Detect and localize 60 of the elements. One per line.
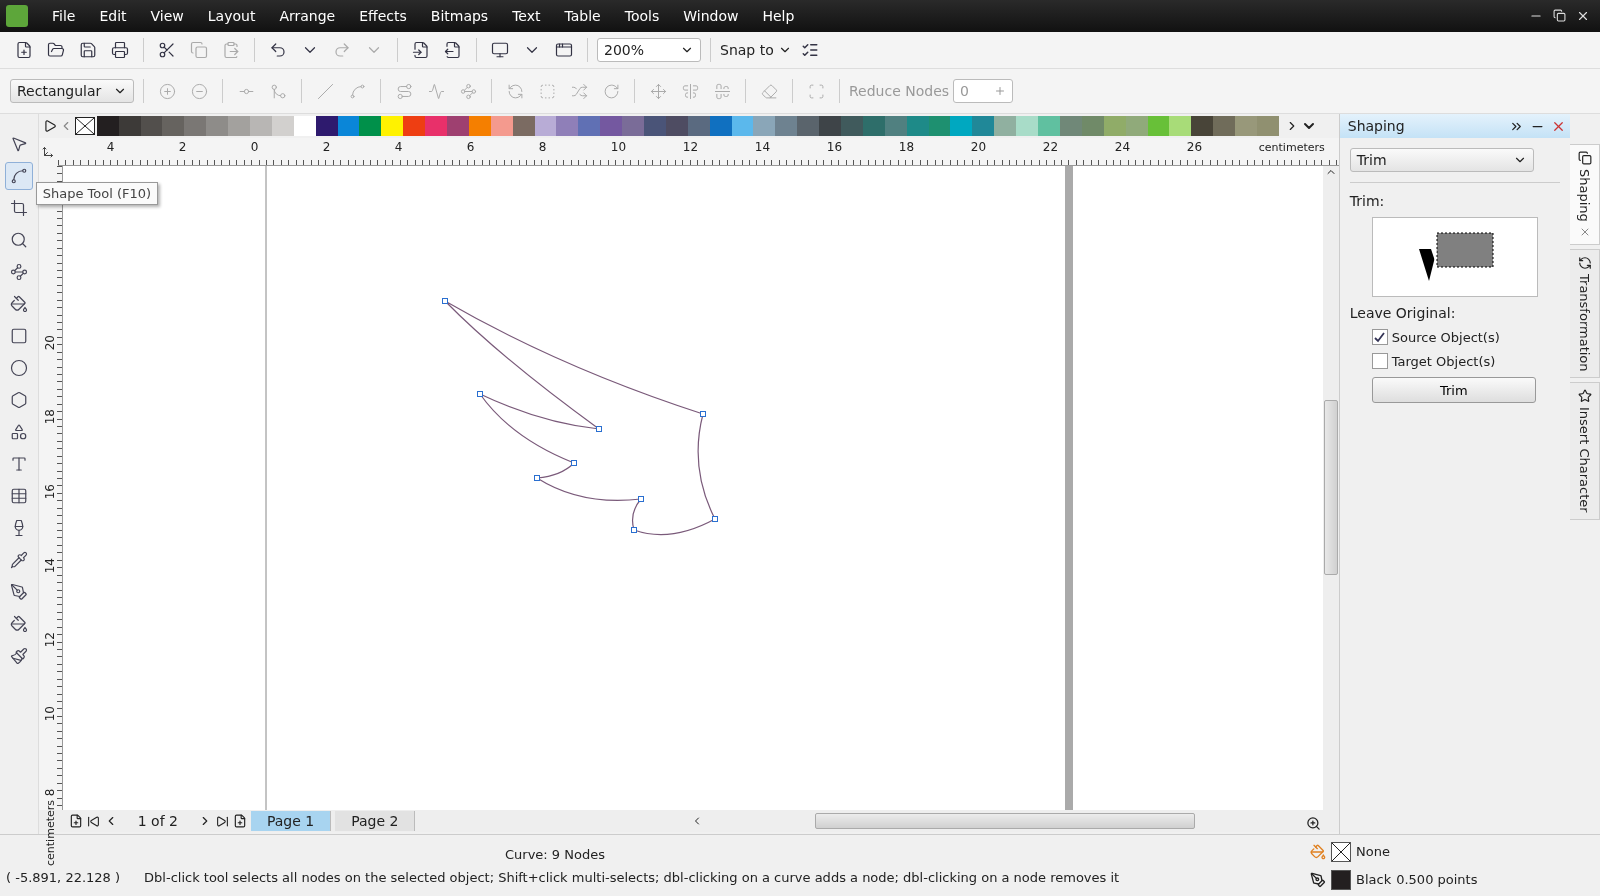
leave-original-label: Leave Original: [1349,305,1457,321]
fill-label: None [1356,844,1390,859]
menu-item[interactable]: File [40,8,88,24]
outline-label: Black [1356,872,1392,887]
ruler-label: 8 [538,139,548,154]
mode-dropdown[interactable]: Rectangular [10,79,134,103]
ruler-label: 22 [1042,139,1060,154]
checkbox[interactable]: Source Object(s) [1371,329,1561,345]
ruler-label: 2 [178,139,188,154]
menu-item[interactable]: Text [500,8,553,24]
outline-width: 0.500 points [1396,872,1478,887]
ruler-label: 10 [610,139,628,154]
page-tab[interactable]: Page 2 [335,811,416,831]
docker-tab[interactable]: Transformation [1570,248,1600,379]
tooltip: Shape Tool (F10) [35,182,159,205]
docker-tab[interactable]: Shaping [1570,144,1600,245]
ruler-label: 6 [466,139,476,154]
menu-item[interactable]: Edit [87,8,139,24]
zoom-dropdown[interactable]: 200% [597,38,701,62]
ruler-label: 20 [970,139,988,154]
menu-item[interactable]: Help [750,8,807,24]
menu-item[interactable]: Table [552,8,613,24]
ruler-label: 8 [43,787,58,797]
page-tab[interactable]: Page 1 [250,811,332,831]
cursor-coordinates: ( -5.891, 22.128 ) [6,869,121,885]
ruler-label: 0 [250,139,260,154]
ruler-label: 14 [754,139,772,154]
ruler-label: 18 [898,139,916,154]
menu-item[interactable]: Layout [195,8,268,24]
docker-tab[interactable]: Insert Character [1570,382,1600,520]
trim-button[interactable]: Trim [1371,377,1536,403]
ruler-label: 10 [43,705,58,722]
status-hint: Dbl-click tool selects all nodes on the selected object; Shift+click multi-selects; dbl-clicking on a curve adds a node; dbl-clicking on a node removes it [144,869,1120,885]
ruler-label: 20 [43,334,58,351]
page-counter: 1 of 2 [136,813,179,829]
ruler-label: 14 [43,556,58,574]
ruler-label: 18 [43,408,58,425]
operation-dropdown[interactable]: Trim [1349,148,1534,172]
ruler-label: 16 [43,482,58,499]
menu-item[interactable]: Tools [612,8,672,24]
ruler-label: 4 [106,139,116,154]
ruler-unit: centimeters [1258,140,1326,154]
ruler-unit: centimeters [43,799,57,867]
menu-item[interactable]: Bitmaps [418,8,501,24]
reduce-nodes-label: Reduce Nodes [849,83,950,99]
checkbox[interactable]: Target Object(s) [1371,353,1561,369]
section-label: Trim: [1349,193,1386,209]
ruler-label: 12 [43,631,58,648]
menu-item[interactable]: Effects [347,8,419,24]
snap-to-button[interactable]: Snap to [720,42,774,58]
menu-item[interactable]: Arrange [267,8,348,24]
ruler-label: 4 [394,139,404,154]
ruler-label: 12 [682,139,700,154]
docker-title: Shaping [1347,118,1405,134]
ruler-label: 2 [322,139,332,154]
ruler-label: 24 [1114,139,1132,154]
menu-item[interactable]: View [138,8,196,24]
ruler-label: 16 [826,139,844,154]
menu-item[interactable]: Window [671,8,751,24]
ruler-label: 26 [1186,139,1204,154]
